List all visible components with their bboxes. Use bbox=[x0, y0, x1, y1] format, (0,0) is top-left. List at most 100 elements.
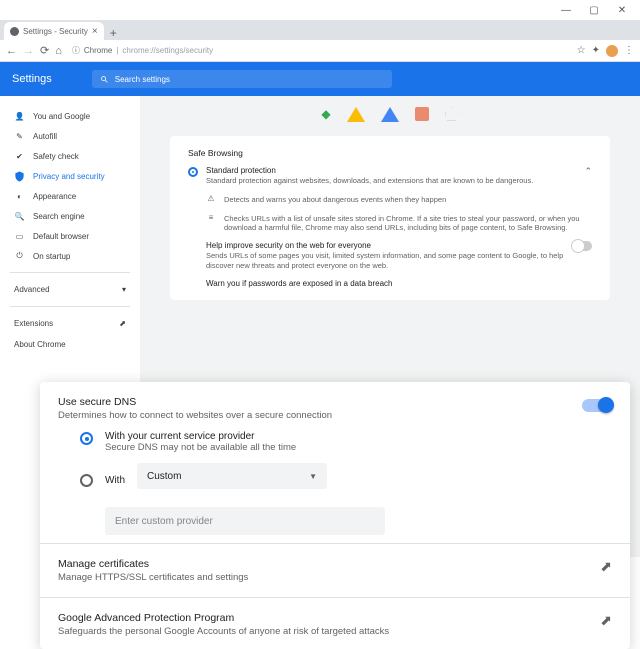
external-link-icon: ⬈ bbox=[600, 612, 612, 629]
omnibox-prefix: Chrome bbox=[84, 46, 112, 55]
option-title: With your current service provider bbox=[105, 431, 612, 442]
secure-dns-toggle[interactable] bbox=[582, 399, 612, 412]
site-info-icon[interactable]: ⓘ bbox=[72, 45, 80, 56]
row-title: Warn you if passwords are exposed in a d… bbox=[206, 279, 392, 288]
back-button[interactable]: ← bbox=[6, 45, 17, 57]
kebab-menu-icon[interactable]: ⋮ bbox=[624, 45, 634, 56]
sidebar-item-safety-check[interactable]: ✔Safety check bbox=[0, 146, 140, 166]
radio-with-custom[interactable] bbox=[80, 474, 93, 487]
select-value: Custom bbox=[147, 471, 181, 482]
secure-dns-title: Use secure DNS bbox=[58, 396, 332, 408]
external-link-icon: ⬈ bbox=[600, 558, 612, 575]
star-icon[interactable]: ☆ bbox=[577, 45, 586, 56]
tab-strip: Settings - Security × + bbox=[0, 20, 640, 40]
window-title-bar: — ▢ ✕ bbox=[0, 0, 640, 20]
list-icon: ≡ bbox=[206, 213, 216, 222]
sidebar-item-label: Autofill bbox=[33, 132, 57, 141]
profile-avatar[interactable] bbox=[606, 45, 618, 57]
extensions-icon[interactable]: ✦ bbox=[592, 45, 600, 56]
sidebar-about-chrome[interactable]: About Chrome bbox=[0, 334, 140, 355]
tab-favicon bbox=[10, 27, 19, 36]
sidebar-item-label: Privacy and security bbox=[33, 172, 105, 181]
browser-icon: ▭ bbox=[14, 231, 25, 242]
chevron-down-icon: ▼ bbox=[309, 472, 317, 481]
input-placeholder: Enter custom provider bbox=[115, 516, 213, 527]
advanced-protection-row[interactable]: Google Advanced Protection Program Safeg… bbox=[58, 606, 612, 643]
option-label: With bbox=[105, 475, 125, 486]
radio-current-provider[interactable] bbox=[80, 432, 93, 445]
manage-certificates-row[interactable]: Manage certificates Manage HTTPS/SSL cer… bbox=[58, 552, 612, 589]
standard-protection-option[interactable]: Standard protection Standard protection … bbox=[188, 166, 592, 186]
divider bbox=[40, 543, 630, 544]
sidebar-item-privacy-security[interactable]: Privacy and security bbox=[0, 166, 140, 186]
sidebar-advanced[interactable]: Advanced▾ bbox=[0, 279, 140, 300]
new-tab-button[interactable]: + bbox=[104, 26, 123, 40]
settings-search[interactable]: Search settings bbox=[92, 70, 392, 88]
tab-title: Settings - Security bbox=[23, 27, 88, 36]
sidebar-item-search-engine[interactable]: 🔍 Search engine bbox=[0, 206, 140, 226]
home-button[interactable]: ⌂ bbox=[55, 45, 62, 57]
omnibox-url: chrome://settings/security bbox=[122, 46, 213, 55]
person-icon: 👤 bbox=[14, 111, 25, 122]
warn-passwords-row: Warn you if passwords are exposed in a d… bbox=[188, 279, 592, 288]
dns-option-current-provider[interactable]: With your current service provider Secur… bbox=[80, 431, 612, 453]
chevron-up-icon[interactable]: ⌃ bbox=[584, 166, 592, 177]
row-desc: Manage HTTPS/SSL certificates and settin… bbox=[58, 572, 248, 583]
chevron-down-icon: ▾ bbox=[122, 285, 126, 294]
search-placeholder: Search settings bbox=[115, 75, 170, 84]
dns-option-with-custom[interactable]: With Custom ▼ bbox=[80, 463, 612, 497]
window-maximize-button[interactable]: ▢ bbox=[580, 5, 608, 16]
detect-row: ⚠ Detects and warns you about dangerous … bbox=[188, 194, 592, 205]
security-icon bbox=[14, 171, 25, 182]
option-desc: Standard protection against websites, do… bbox=[206, 176, 576, 186]
custom-provider-input[interactable]: Enter custom provider bbox=[105, 507, 385, 535]
warning-icon: ⚠ bbox=[206, 194, 216, 203]
settings-title: Settings bbox=[12, 73, 52, 85]
autofill-icon: ✎ bbox=[14, 131, 25, 142]
startup-icon: ⏻ bbox=[14, 251, 25, 262]
sidebar-item-label: Extensions bbox=[14, 319, 53, 328]
sidebar-item-label: You and Google bbox=[33, 112, 90, 121]
row-desc: Sends URLs of some pages you visit, limi… bbox=[206, 251, 564, 271]
safe-browsing-card: Safe Browsing Standard protection Standa… bbox=[170, 136, 610, 300]
settings-header: Settings Search settings bbox=[0, 62, 640, 96]
option-desc: Secure DNS may not be available all the … bbox=[105, 442, 612, 453]
sidebar-item-appearance[interactable]: ◐Appearance bbox=[0, 186, 140, 206]
sidebar-item-label: About Chrome bbox=[14, 340, 66, 349]
sidebar-separator bbox=[10, 306, 130, 307]
forward-button[interactable]: → bbox=[23, 45, 34, 57]
address-bar[interactable]: ⓘ Chrome | chrome://settings/security bbox=[72, 45, 571, 56]
row-title: Google Advanced Protection Program bbox=[58, 612, 389, 624]
sidebar-item-label: Safety check bbox=[33, 152, 79, 161]
sidebar-item-label: On startup bbox=[33, 252, 70, 261]
dns-provider-select[interactable]: Custom ▼ bbox=[137, 463, 327, 489]
sidebar-item-label: Default browser bbox=[33, 232, 89, 241]
help-improve-toggle[interactable] bbox=[572, 241, 592, 251]
row-title: Manage certificates bbox=[58, 558, 248, 570]
sidebar-item-you-and-google[interactable]: 👤 You and Google bbox=[0, 106, 140, 126]
option-title: Standard protection bbox=[206, 166, 576, 175]
sidebar-item-on-startup[interactable]: ⏻ On startup bbox=[0, 246, 140, 266]
sidebar-item-label: Search engine bbox=[33, 212, 85, 221]
row-desc: Checks URLs with a list of unsafe sites … bbox=[224, 214, 592, 234]
sidebar-item-default-browser[interactable]: ▭ Default browser bbox=[0, 226, 140, 246]
search-engine-icon: 🔍 bbox=[14, 211, 25, 222]
window-minimize-button[interactable]: — bbox=[552, 5, 580, 16]
window-close-button[interactable]: ✕ bbox=[608, 5, 636, 16]
divider bbox=[40, 597, 630, 598]
row-title: Help improve security on the web for eve… bbox=[206, 241, 564, 250]
browser-tab[interactable]: Settings - Security × bbox=[4, 22, 104, 40]
help-improve-row: Help improve security on the web for eve… bbox=[188, 241, 592, 271]
tab-close-icon[interactable]: × bbox=[92, 26, 98, 37]
sidebar-item-autofill[interactable]: ✎ Autofill bbox=[0, 126, 140, 146]
radio-standard-protection[interactable] bbox=[188, 167, 198, 177]
secure-dns-desc: Determines how to connect to websites ov… bbox=[58, 410, 332, 421]
section-title: Safe Browsing bbox=[188, 148, 592, 158]
row-desc: Detects and warns you about dangerous ev… bbox=[224, 195, 446, 205]
secure-dns-panel: Use secure DNS Determines how to connect… bbox=[40, 382, 630, 649]
url-check-row: ≡ Checks URLs with a list of unsafe site… bbox=[188, 213, 592, 234]
search-icon bbox=[100, 75, 109, 84]
sidebar-item-label: Appearance bbox=[33, 192, 76, 201]
reload-button[interactable]: ⟳ bbox=[40, 44, 49, 57]
sidebar-extensions[interactable]: Extensions⬈ bbox=[0, 313, 140, 334]
